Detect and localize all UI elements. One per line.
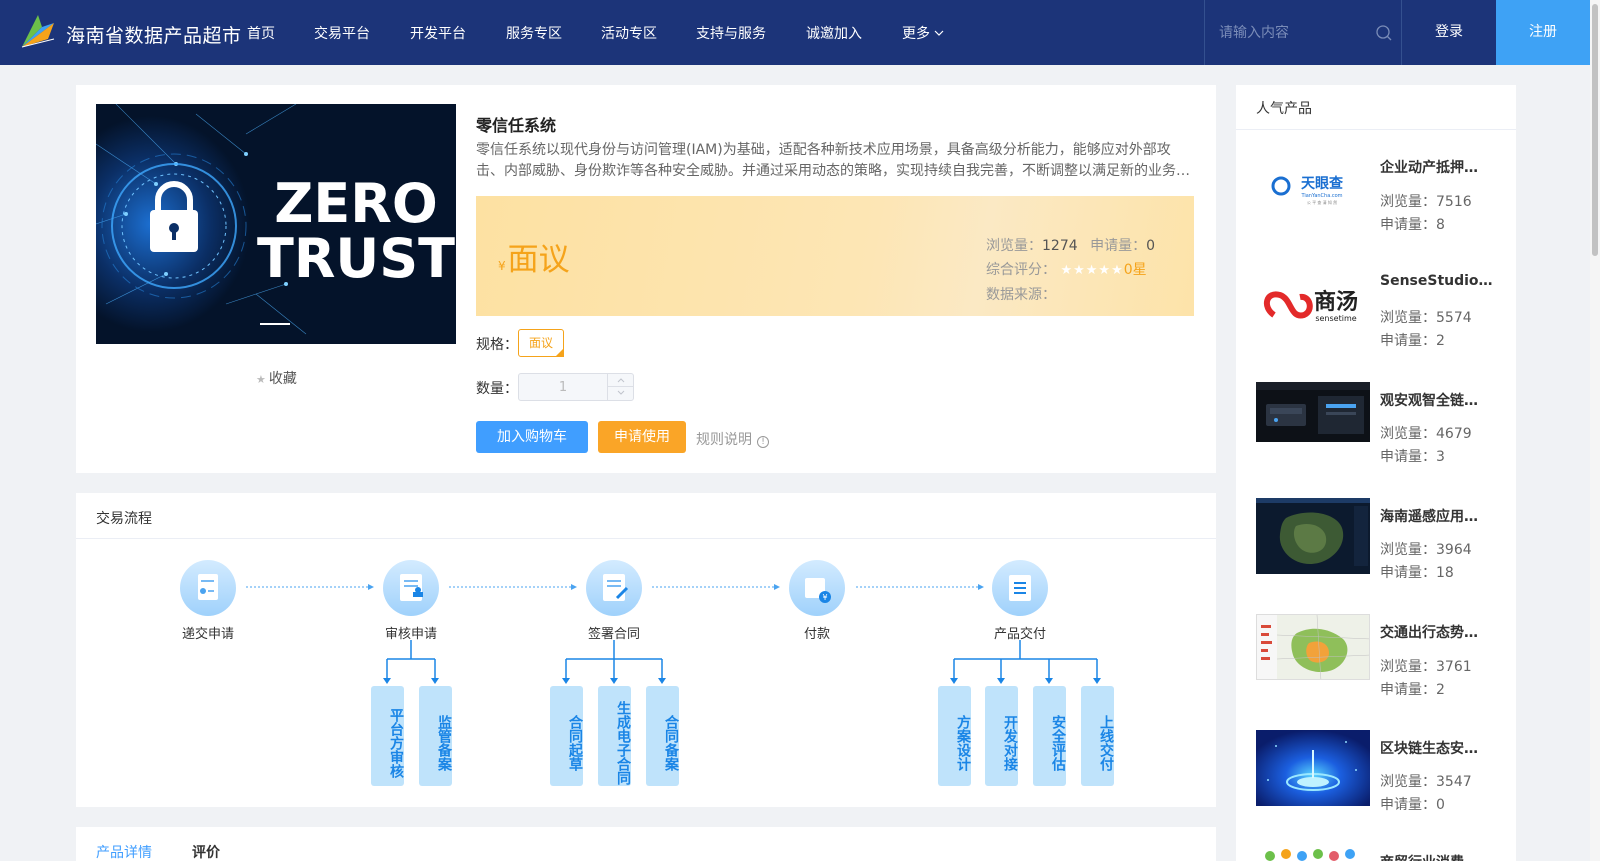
popular-item-thumbnail[interactable]: 天眼查 TianYanCha.com 公 平 查 清 知 然 [1256,156,1370,216]
pop-apps-label: 申请量： [1380,565,1436,581]
thumb-logo-caption: 公 平 查 清 知 然 [1307,199,1337,205]
pop-views-label: 浏览量： [1380,194,1436,210]
pop-views-label: 浏览量： [1380,659,1436,675]
step-contract-label: 签署合同 [587,627,640,642]
pop-apps-label: 申请量： [1380,217,1436,233]
popular-item-applications: 申请量：3 [1380,446,1445,466]
pop-apps-value: 0 [1436,797,1445,813]
thumb-logo-title: 天眼查 [1301,175,1344,192]
popular-item-applications: 申请量：8 [1380,214,1445,234]
step-payment-icon: ¥ [789,560,845,616]
popular-item-views: 浏览量：5574 [1380,307,1472,327]
pop-apps-label: 申请量： [1380,449,1436,465]
substep-regulatory-filing: 监管备案 [419,686,452,786]
substep-e-contract: 生成电子合同 [598,686,631,786]
step-submit-label: 递交申请 [181,627,234,642]
substep-contract-filing: 合同备案 [646,686,679,786]
popular-item-thumbnail[interactable] [1256,382,1370,442]
pop-apps-value: 18 [1436,565,1454,581]
popular-title: 人气产品 [1256,101,1312,117]
pop-apps-value: 2 [1436,333,1445,349]
pop-views-label: 浏览量： [1380,426,1436,442]
thumb-logo-sub: sensetime [1315,314,1356,323]
thumb-logo-title: 商汤 [1314,289,1358,315]
popular-item-thumbnail[interactable] [1256,614,1370,680]
step-delivery-label: 产品交付 [993,627,1046,642]
svg-text:¥: ¥ [822,593,827,602]
pop-apps-value: 3 [1436,449,1445,465]
popular-item-name[interactable]: 企业动产抵押… [1380,157,1478,177]
popular-item-name[interactable]: 观安观智全链… [1380,390,1478,410]
pop-apps-value: 8 [1436,217,1445,233]
substep-dev-integration: 开发对接 [985,686,1018,786]
tab-reviews[interactable]: 评价 [192,842,220,861]
step-review-label: 审核申请 [384,627,437,642]
substep-platform-review: 平台方审核 [371,686,404,786]
popular-item-name[interactable]: 海南遥感应用… [1380,506,1478,526]
pop-views-value: 4679 [1436,426,1472,442]
thumb-logo-sub: TianYanCha.com [1300,193,1342,199]
popular-item-applications: 申请量：2 [1380,330,1445,350]
popular-item-thumbnail[interactable] [1256,844,1370,861]
divider [1236,129,1516,130]
popular-item-views: 浏览量：7516 [1380,191,1472,211]
pop-views-label: 浏览量： [1380,310,1436,326]
pop-apps-label: 申请量： [1380,797,1436,813]
pop-views-label: 浏览量： [1380,774,1436,790]
popular-item-applications: 申请量：2 [1380,679,1445,699]
popular-item-name[interactable]: SenseStudio… [1380,273,1493,289]
popular-item-views: 浏览量：3547 [1380,771,1472,791]
tab-product-details[interactable]: 产品详情 [96,842,152,861]
step-submit-icon [180,560,236,616]
popular-item-applications: 申请量：18 [1380,562,1454,582]
detail-tabs [76,827,1216,861]
popular-item-thumbnail[interactable]: 商汤 sensetime [1256,275,1370,335]
step-contract-icon [586,560,642,616]
pop-views-value: 3964 [1436,542,1472,558]
substep-go-live: 上线交付 [1081,686,1114,786]
popular-item-name[interactable]: 交通出行态势… [1380,622,1478,642]
popular-item-views: 浏览量：4679 [1380,423,1472,443]
popular-item-views: 浏览量：3964 [1380,539,1472,559]
popular-item-thumbnail[interactable] [1256,498,1370,574]
pop-views-label: 浏览量： [1380,542,1436,558]
popular-item-name[interactable]: 商贸行业消费… [1380,852,1478,861]
step-delivery-icon [992,560,1048,616]
step-review-icon [383,560,439,616]
substep-contract-draft: 合同起草 [550,686,583,786]
step-payment-label: 付款 [803,627,830,642]
substep-security-assessment: 安全评估 [1033,686,1066,786]
pop-views-value: 5574 [1436,310,1472,326]
pop-apps-value: 2 [1436,682,1445,698]
popular-item-views: 浏览量：3761 [1380,656,1472,676]
pop-apps-label: 申请量： [1380,682,1436,698]
pop-views-value: 7516 [1436,194,1472,210]
substep-solution-design: 方案设计 [938,686,971,786]
pop-views-value: 3761 [1436,659,1472,675]
pop-views-value: 3547 [1436,774,1472,790]
popular-item-applications: 申请量：0 [1380,794,1445,814]
pop-apps-label: 申请量： [1380,333,1436,349]
popular-item-thumbnail[interactable] [1256,730,1370,806]
popular-item-name[interactable]: 区块链生态安… [1380,738,1478,758]
